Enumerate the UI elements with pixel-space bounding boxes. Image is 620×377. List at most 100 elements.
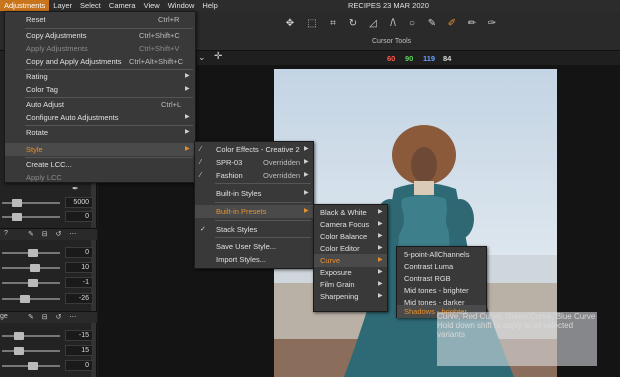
- menu-separator: [215, 237, 311, 238]
- spot-icon[interactable]: /\: [386, 17, 400, 31]
- menu-item-import-styles[interactable]: Import Styles...: [195, 253, 313, 266]
- menu-view[interactable]: View: [140, 0, 164, 11]
- slider-knob[interactable]: [28, 362, 38, 370]
- slider-row: -1: [0, 277, 97, 289]
- value-field[interactable]: -1: [65, 277, 93, 288]
- menu-adjustments[interactable]: Adjustments: [0, 0, 50, 11]
- submenu-arrow-icon: ▶: [304, 159, 309, 165]
- select-icon[interactable]: ⬚: [305, 17, 319, 31]
- slider-knob[interactable]: [20, 295, 30, 303]
- value-field[interactable]: 0: [65, 211, 93, 222]
- menu-item-copy-and-apply[interactable]: Copy and Apply Adjustments Ctrl+Alt+Shif…: [5, 55, 195, 68]
- value-field[interactable]: 0: [65, 360, 93, 371]
- value-field[interactable]: -26: [65, 293, 93, 304]
- readout-b: 119: [423, 54, 436, 63]
- menu-item-rotate[interactable]: Rotate ▶: [5, 126, 195, 139]
- menu-item-spr03[interactable]: ⁄ SPR-03 Overridden ▶: [195, 156, 313, 169]
- menu-item-stack-styles[interactable]: ✓ Stack Styles: [195, 223, 313, 236]
- menu-item-style[interactable]: Style ▶: [5, 143, 195, 156]
- keystone-icon[interactable]: ◿: [366, 17, 380, 31]
- menu-window[interactable]: Window: [164, 0, 199, 11]
- rotate-icon[interactable]: ↻: [346, 17, 360, 31]
- cursor-tools-label: Cursor Tools: [372, 38, 412, 45]
- style-submenu: ⁄ Color Effects - Creative 2 ▶ ⁄ SPR-03 …: [194, 141, 314, 269]
- slider-row: -26: [0, 293, 97, 305]
- menu-item-color-tag[interactable]: Color Tag ▶: [5, 83, 195, 96]
- slider-knob[interactable]: [14, 332, 24, 340]
- menu-item-auto-adjust[interactable]: Auto Adjust Ctrl+L: [5, 98, 195, 111]
- menu-separator: [215, 202, 311, 203]
- crop-icon[interactable]: ⌗: [326, 17, 340, 31]
- slider-track[interactable]: [2, 350, 60, 352]
- gradient-icon[interactable]: ✏: [465, 17, 479, 31]
- menu-separator: [215, 183, 311, 184]
- menu-item-copy-adjustments[interactable]: Copy Adjustments Ctrl+Shift+C: [5, 29, 195, 42]
- menu-item-sharpening[interactable]: Sharpening ▶: [314, 290, 387, 303]
- dropdown-chevron-icon[interactable]: ⌄: [198, 52, 206, 63]
- menu-item-reset[interactable]: Reset Ctrl+R: [5, 13, 195, 26]
- help-icon[interactable]: ?: [4, 230, 8, 237]
- adjustments-menu: Reset Ctrl+R Copy Adjustments Ctrl+Shift…: [4, 11, 196, 183]
- menu-item-configure-auto[interactable]: Configure Auto Adjustments ▶: [5, 111, 195, 124]
- slider-row: 0: [0, 360, 97, 372]
- menu-item-built-in-styles[interactable]: Built-in Styles ▶: [195, 187, 313, 200]
- menu-item-save-user-style[interactable]: Save User Style...: [195, 240, 313, 253]
- slider-knob[interactable]: [30, 264, 40, 272]
- tool-section-header: ge ✎ ⊟ ↺ ⋯: [0, 311, 97, 323]
- picker-icon[interactable]: ✒: [72, 184, 79, 193]
- value-field[interactable]: 10: [65, 262, 93, 273]
- slider-row: 0: [0, 247, 97, 259]
- submenu-arrow-icon: ▶: [304, 172, 309, 178]
- slider-track[interactable]: [2, 202, 60, 204]
- brush-icon: ⁄: [200, 159, 202, 166]
- eraser-icon[interactable]: ✐: [445, 17, 459, 31]
- section-tool-icons[interactable]: ✎ ⊟ ↺ ⋯: [28, 313, 79, 321]
- readout-k: 84: [443, 54, 452, 63]
- value-field[interactable]: 5000: [65, 197, 93, 208]
- slider-knob[interactable]: [14, 347, 24, 355]
- slider-track[interactable]: [2, 298, 60, 300]
- pan-icon[interactable]: ✥: [283, 17, 297, 31]
- value-field[interactable]: -15: [65, 330, 93, 341]
- submenu-arrow-icon: ▶: [185, 114, 190, 120]
- circle-icon[interactable]: ○: [405, 17, 419, 31]
- submenu-arrow-icon: ▶: [185, 129, 190, 135]
- brush-icon[interactable]: ✎: [425, 17, 439, 31]
- slider-row: -15: [0, 330, 97, 342]
- menu-help[interactable]: Help: [198, 0, 221, 11]
- picker-icon[interactable]: ✑: [485, 17, 499, 31]
- presets-submenu: Black & White ▶ Camera Focus ▶ Color Bal…: [313, 204, 388, 312]
- menu-item-rating[interactable]: Rating ▶: [5, 70, 195, 83]
- slider-row: 15: [0, 345, 97, 357]
- slider-knob[interactable]: [28, 249, 38, 257]
- menu-layer[interactable]: Layer: [49, 0, 76, 11]
- menu-item-fashion[interactable]: ⁄ Fashion Overridden ▶: [195, 169, 313, 182]
- brush-icon: ⁄: [200, 146, 202, 153]
- slider-track[interactable]: [2, 335, 60, 337]
- slider-knob[interactable]: [28, 279, 38, 287]
- section-tool-icons[interactable]: ✎ ⊟ ↺ ⋯: [28, 230, 79, 238]
- menubar: Adjustments Layer Select Camera View Win…: [0, 0, 620, 11]
- tooltip-text: Curve, Red Curve, Green Curve, Blue Curv…: [437, 312, 596, 321]
- slider-row: 5000: [0, 197, 97, 209]
- slider-track[interactable]: [2, 216, 60, 218]
- menu-item-create-lcc[interactable]: Create LCC...: [5, 158, 195, 171]
- menu-camera[interactable]: Camera: [105, 0, 140, 11]
- tool-section-header: ? ✎ ⊟ ↺ ⋯: [0, 228, 97, 240]
- menu-item-color-effects[interactable]: ⁄ Color Effects - Creative 2 ▶: [195, 143, 313, 156]
- value-field[interactable]: 15: [65, 345, 93, 356]
- menu-item-apply-adjustments[interactable]: Apply Adjustments Ctrl+Shift+V: [5, 42, 195, 55]
- crosshair-icon[interactable]: ✛: [214, 51, 222, 62]
- slider-knob[interactable]: [12, 213, 22, 221]
- tooltip-hint: Hold down shift to apply to all selected…: [437, 321, 574, 339]
- submenu-arrow-icon: ▶: [185, 73, 190, 79]
- value-field[interactable]: 0: [65, 247, 93, 258]
- menu-item-apply-lcc[interactable]: Apply LCC: [5, 171, 195, 184]
- submenu-arrow-icon: ▶: [304, 208, 309, 214]
- menu-select[interactable]: Select: [76, 0, 105, 11]
- menu-item-built-in-presets[interactable]: Built-in Presets ▶: [195, 205, 313, 218]
- readout-r: 60: [387, 54, 396, 63]
- slider-knob[interactable]: [12, 199, 22, 207]
- section-label: ge: [0, 313, 8, 320]
- readout-g: 90: [405, 54, 414, 63]
